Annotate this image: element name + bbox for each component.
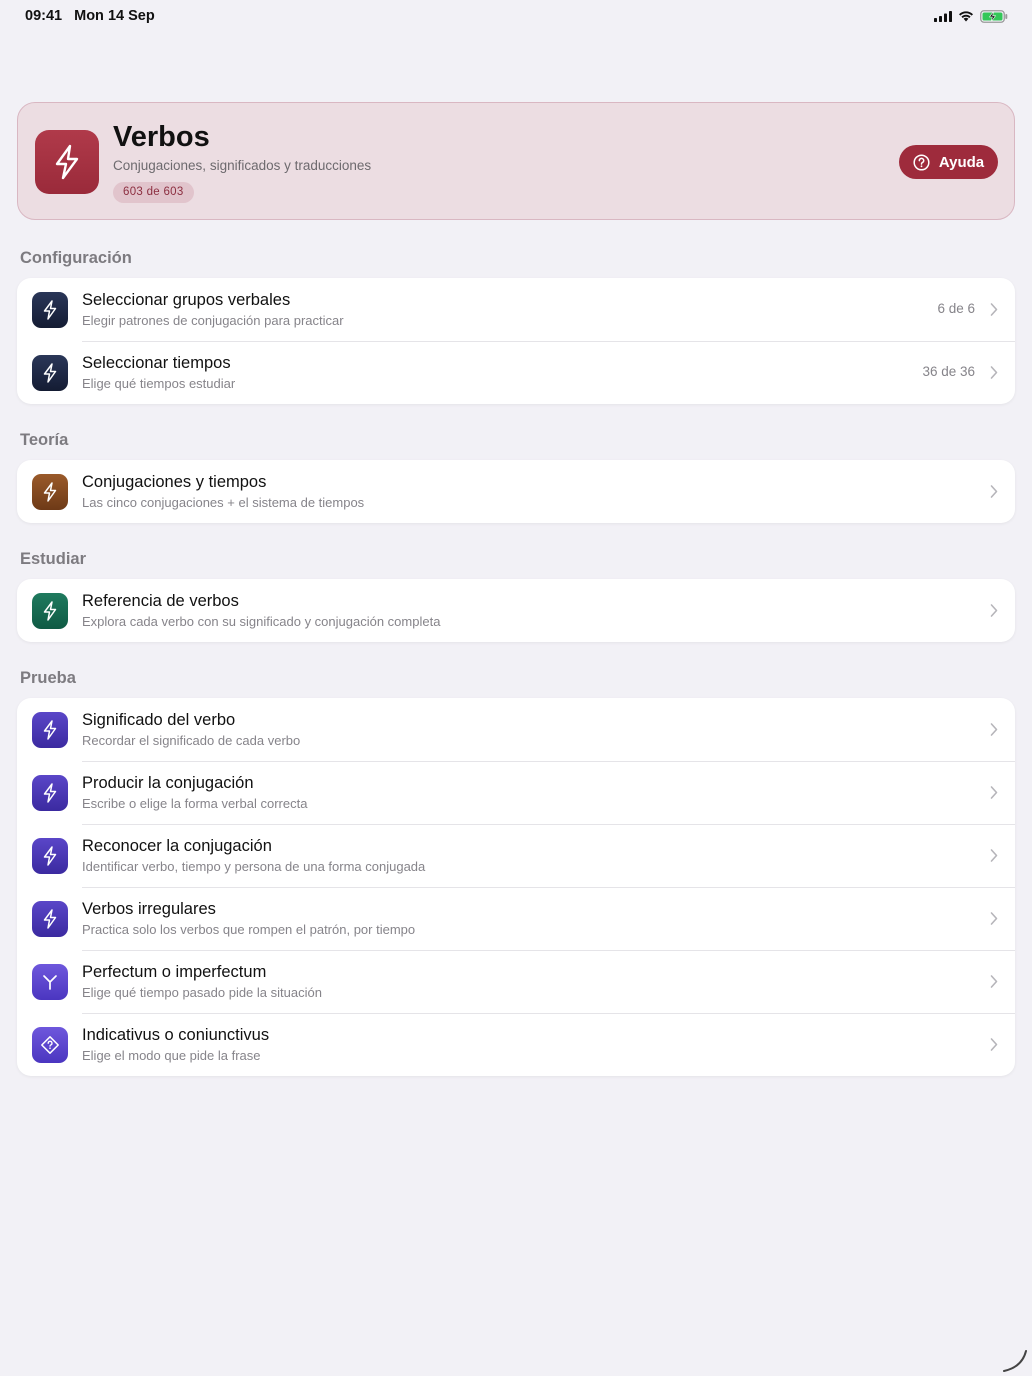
list-item-indicativus-coniunctivus[interactable]: Indicativus o coniunctivus Elige el modo…	[17, 1013, 1015, 1076]
list-item-conjugations-tenses[interactable]: Conjugaciones y tiempos Las cinco conjug…	[17, 460, 1015, 523]
page-subtitle: Conjugaciones, significados y traduccion…	[113, 158, 372, 173]
help-button-label: Ayuda	[938, 153, 985, 171]
row-title: Significado del verbo	[82, 711, 236, 729]
row-icon	[32, 775, 68, 811]
list-item-verb-meaning[interactable]: Significado del verbo Recordar el signif…	[17, 698, 1015, 761]
row-subtitle: Elegir patrones de conjugación para prac…	[82, 313, 344, 328]
row-subtitle: Elige qué tiempo pasado pide la situació…	[82, 985, 322, 1000]
row-icon	[32, 838, 68, 874]
chevron-right-icon	[990, 786, 998, 799]
bolt-icon	[43, 363, 57, 383]
bolt-icon	[55, 144, 79, 180]
row-subtitle: Explora cada verbo con su significado y …	[82, 614, 441, 629]
row-subtitle: Elige qué tiempos estudiar	[82, 376, 236, 391]
row-icon	[32, 474, 68, 510]
row-title: Reconocer la conjugación	[82, 837, 272, 855]
status-time-date: 09:41 Mon 14 Sep	[25, 8, 155, 24]
list-item-produce-conjugation[interactable]: Producir la conjugación Escribe o elige …	[17, 761, 1015, 824]
row-title: Seleccionar tiempos	[82, 354, 231, 372]
bolt-icon	[43, 846, 57, 866]
row-subtitle: Las cinco conjugaciones + el sistema de …	[82, 495, 365, 510]
row-subtitle: Identificar verbo, tiempo y persona de u…	[82, 859, 426, 874]
chevron-right-icon	[990, 912, 998, 925]
row-title: Referencia de verbos	[82, 592, 239, 610]
row-icon	[32, 1027, 68, 1063]
battery-charging-icon	[980, 9, 1008, 23]
chevron-right-icon	[990, 303, 998, 316]
row-subtitle: Practica solo los verbos que rompen el p…	[82, 922, 416, 937]
row-icon	[32, 593, 68, 629]
list-item-recognize-conjugation[interactable]: Reconocer la conjugación Identificar ver…	[17, 824, 1015, 887]
list-item-tenses[interactable]: Seleccionar tiempos Elige qué tiempos es…	[17, 341, 1015, 404]
help-button[interactable]: Ayuda	[899, 145, 998, 179]
section-title-test: Prueba	[20, 669, 76, 687]
app-icon	[35, 130, 99, 194]
row-subtitle: Elige el modo que pide la frase	[82, 1048, 261, 1063]
branch-icon	[43, 975, 57, 990]
row-icon	[32, 901, 68, 937]
section-title-theory: Teoría	[20, 431, 69, 449]
row-title: Seleccionar grupos verbales	[82, 291, 291, 309]
row-icon	[32, 292, 68, 328]
status-bar: 09:41 Mon 14 Sep	[0, 0, 1032, 32]
row-title: Producir la conjugación	[82, 774, 254, 792]
hero-card: Verbos Conjugaciones, significados y tra…	[17, 102, 1015, 220]
theory-card: Conjugaciones y tiempos Las cinco conjug…	[17, 460, 1015, 523]
chevron-right-icon	[990, 485, 998, 498]
test-card: Significado del verbo Recordar el signif…	[17, 698, 1015, 1076]
list-item-verb-reference[interactable]: Referencia de verbos Explora cada verbo …	[17, 579, 1015, 642]
list-item-verb-groups[interactable]: Seleccionar grupos verbales Elegir patro…	[17, 278, 1015, 341]
status-time: 09:41	[25, 8, 63, 24]
count-badge: 603 de 603	[113, 182, 194, 203]
chevron-right-icon	[990, 1038, 998, 1051]
row-icon	[32, 712, 68, 748]
chevron-right-icon	[990, 366, 998, 379]
bolt-icon	[43, 720, 57, 740]
page-title: Verbos	[113, 121, 210, 153]
row-value: 6 de 6	[937, 301, 975, 316]
row-title: Perfectum o imperfectum	[82, 963, 267, 981]
row-icon	[32, 964, 68, 1000]
list-item-irregular-verbs[interactable]: Verbos irregulares Practica solo los ver…	[17, 887, 1015, 950]
bolt-icon	[43, 482, 57, 502]
status-icons	[934, 9, 1008, 23]
row-title: Indicativus o coniunctivus	[82, 1026, 270, 1044]
home-indicator	[1003, 1350, 1027, 1372]
chevron-right-icon	[990, 849, 998, 862]
bolt-icon	[43, 783, 57, 803]
row-title: Conjugaciones y tiempos	[82, 473, 267, 491]
row-icon	[32, 355, 68, 391]
chevron-right-icon	[990, 723, 998, 736]
bolt-icon	[43, 300, 57, 320]
status-date: Mon 14 Sep	[74, 8, 155, 24]
study-card: Referencia de verbos Explora cada verbo …	[17, 579, 1015, 642]
row-subtitle: Recordar el significado de cada verbo	[82, 733, 301, 748]
wifi-icon	[959, 11, 973, 22]
list-item-perfectum-imperfectum[interactable]: Perfectum o imperfectum Elige qué tiempo…	[17, 950, 1015, 1013]
section-title-study: Estudiar	[20, 550, 87, 568]
bolt-icon	[43, 601, 57, 621]
cellular-signal-icon	[934, 10, 952, 22]
row-value: 36 de 36	[922, 364, 975, 379]
row-title: Verbos irregulares	[82, 900, 216, 918]
section-title-config: Configuración	[20, 249, 132, 267]
config-card: Seleccionar grupos verbales Elegir patro…	[17, 278, 1015, 404]
diamond-question-icon	[41, 1036, 59, 1054]
row-subtitle: Escribe o elige la forma verbal correcta	[82, 796, 308, 811]
chevron-right-icon	[990, 975, 998, 988]
bolt-icon	[43, 909, 57, 929]
chevron-right-icon	[990, 604, 998, 617]
question-circle-icon	[913, 153, 930, 171]
